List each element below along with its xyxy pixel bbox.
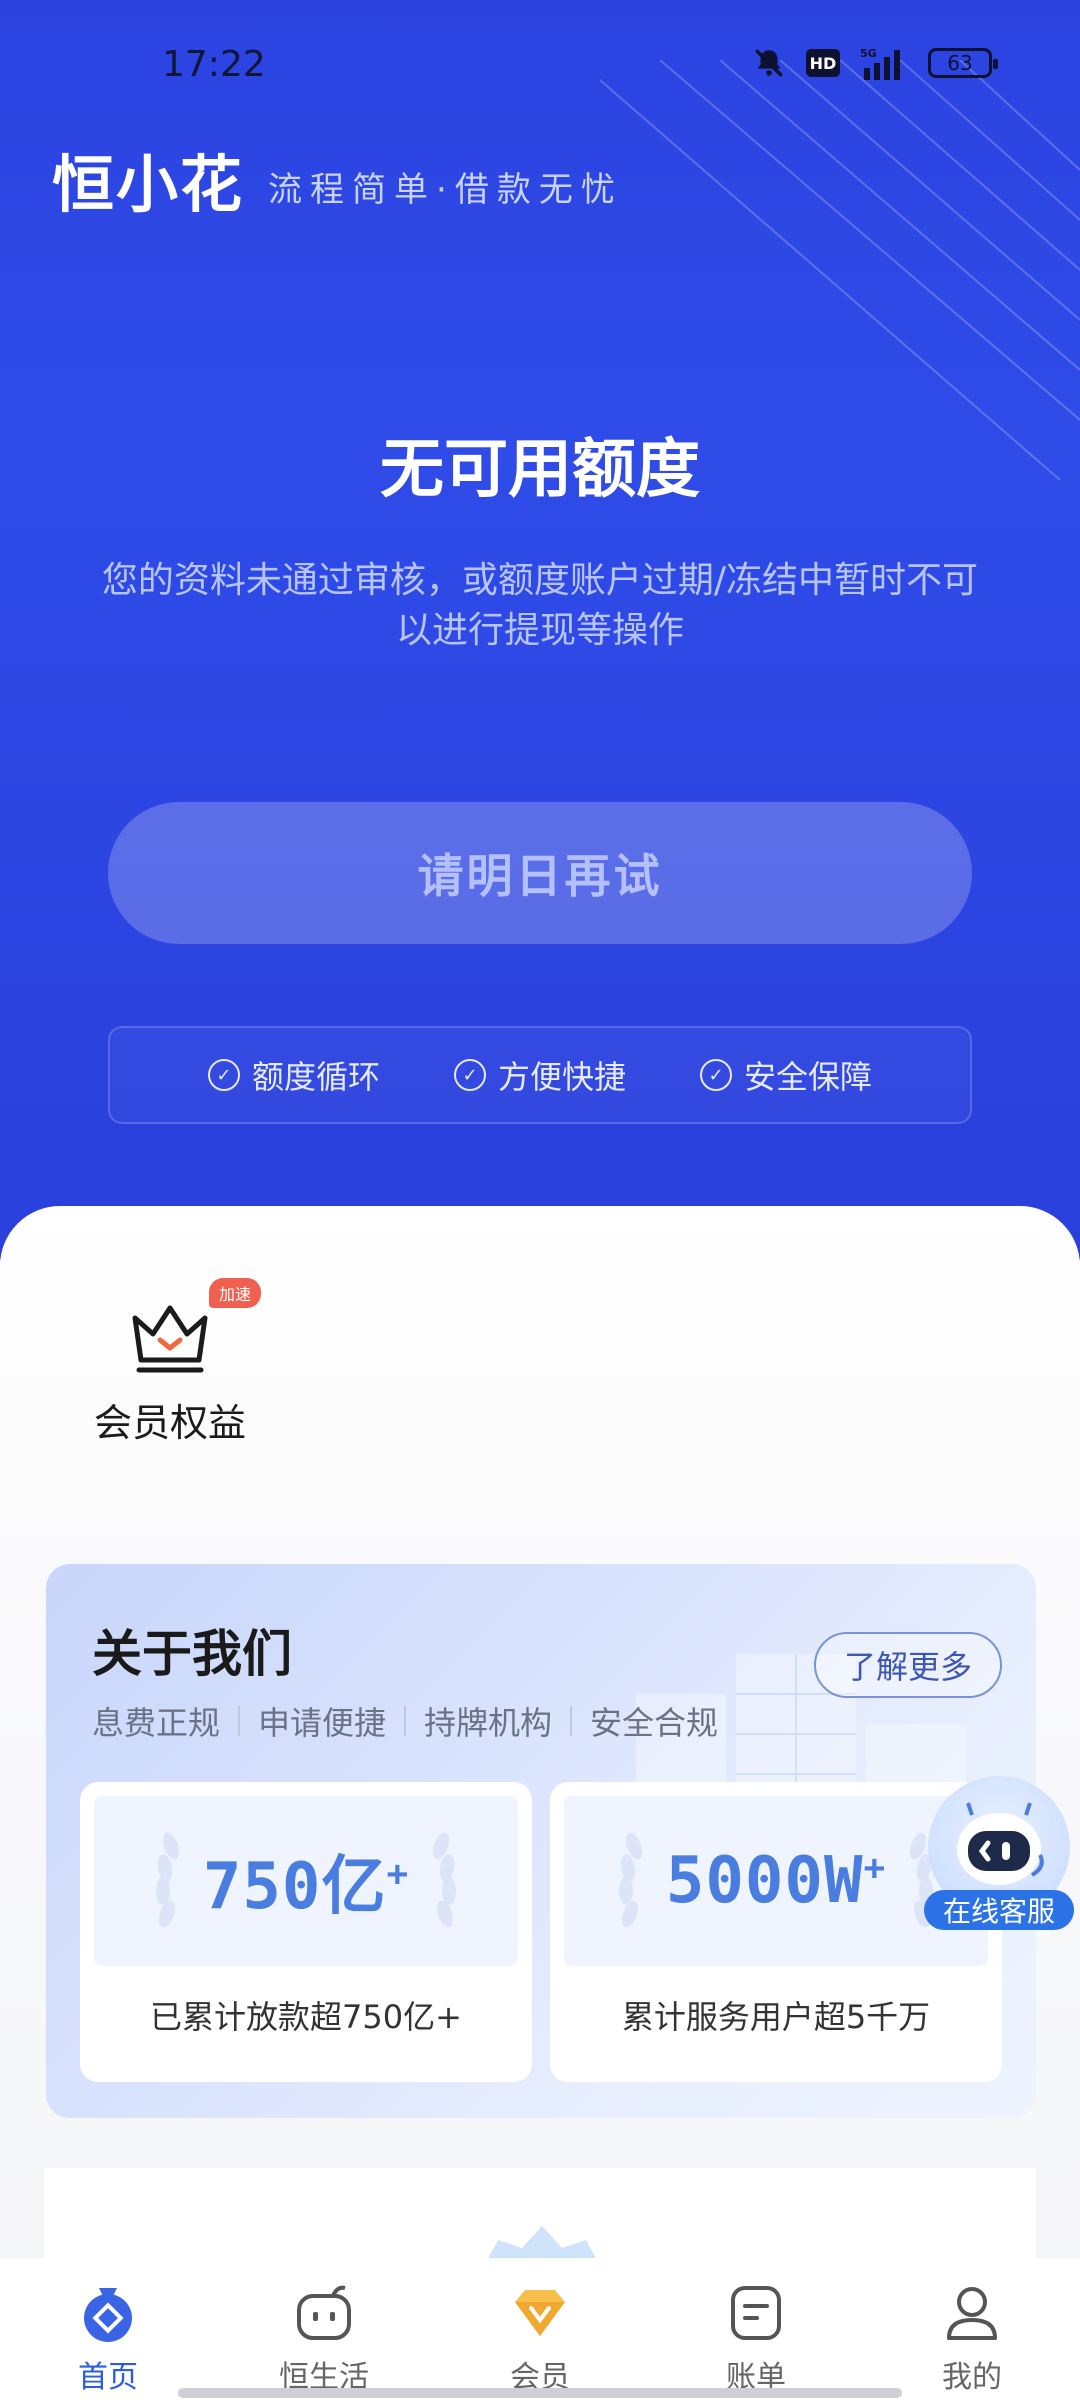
laurel-left-icon bbox=[618, 1832, 642, 1928]
svg-text:5G: 5G bbox=[860, 47, 877, 60]
tab-label: 首页 bbox=[78, 2360, 138, 2395]
about-tag: 息费正规 bbox=[92, 1704, 221, 1742]
feature-item: ✓ 安全保障 bbox=[700, 1052, 872, 1098]
feature-bar: ✓ 额度循环 ✓ 方便快捷 ✓ 安全保障 bbox=[108, 1026, 972, 1124]
mute-bell-icon bbox=[752, 46, 786, 80]
brand-logo: 恒小花 bbox=[52, 148, 245, 221]
feature-label: 安全保障 bbox=[744, 1058, 873, 1096]
tag-divider bbox=[238, 1706, 241, 1736]
stat-caption: 已累计放款超750亿+ bbox=[150, 1998, 462, 2036]
status-icons: HD 5G 63 bbox=[752, 46, 998, 80]
profile-icon bbox=[947, 2287, 997, 2340]
stat-card-loans: 750亿+ 已累计放款超750亿+ bbox=[80, 1782, 532, 2082]
feature-item: ✓ 额度循环 bbox=[207, 1052, 380, 1098]
check-circle-icon: ✓ bbox=[453, 1059, 486, 1091]
vip-diamond-icon bbox=[515, 2290, 565, 2336]
brand-header: 恒小花 流程简单·借款无忧 bbox=[52, 150, 623, 220]
quota-status-description: 您的资料未通过审核，或额度账户过期/冻结中暂时不可以进行提现等操作 bbox=[101, 560, 979, 651]
speed-up-tag: 加速 bbox=[209, 1278, 262, 1308]
crown-decoration-icon bbox=[486, 2226, 598, 2262]
hero-section: 17:22 HD 5G 63 恒小花 流程简单·借款无忧 无可用额度 您的资料未… bbox=[0, 0, 1080, 1260]
stat-value: 5000W+ bbox=[665, 1844, 887, 1918]
battery-icon: 63 bbox=[928, 48, 998, 78]
retry-tomorrow-button[interactable]: 请明日再试 bbox=[108, 802, 972, 944]
about-tag: 安全合规 bbox=[590, 1704, 719, 1742]
learn-more-button[interactable]: 了解更多 bbox=[813, 1632, 1002, 1698]
brand-slogan: 流程简单·借款无忧 bbox=[268, 170, 623, 210]
stat-value: 750亿+ bbox=[202, 1850, 410, 1924]
tab-vip[interactable]: 会员 bbox=[432, 2258, 648, 2396]
about-tags: 息费正规 申请便捷 持牌机构 安全合规 bbox=[92, 1698, 718, 1744]
laurel-left-icon bbox=[155, 1832, 179, 1928]
bottom-tab-bar: 首页 恒生活 会员 账单 我的 bbox=[0, 2258, 1080, 2400]
hd-badge: HD bbox=[806, 49, 840, 77]
crown-icon: 加速 bbox=[115, 1278, 262, 1378]
status-bar: 17:22 HD 5G 63 bbox=[0, 0, 1080, 130]
online-service-button[interactable]: 在线客服 bbox=[924, 1776, 1074, 1936]
feature-item: ✓ 方便快捷 bbox=[453, 1052, 626, 1098]
life-icon bbox=[297, 2285, 351, 2340]
online-service-label: 在线客服 bbox=[924, 1890, 1074, 1930]
about-us-title: 关于我们 bbox=[92, 1625, 292, 1683]
laurel-right-icon bbox=[433, 1832, 457, 1928]
check-circle-icon: ✓ bbox=[207, 1059, 240, 1091]
tab-label: 我的 bbox=[942, 2360, 1002, 2395]
status-time: 17:22 bbox=[162, 44, 266, 85]
vip-benefits-label: 会员权益 bbox=[93, 1401, 246, 1445]
about-us-card: 关于我们 了解更多 息费正规 申请便捷 持牌机构 安全合规 750亿+ 已累计放… bbox=[46, 1564, 1036, 2118]
about-tag: 申请便捷 bbox=[258, 1704, 387, 1742]
tab-home[interactable]: 首页 bbox=[0, 2258, 216, 2396]
feature-label: 方便快捷 bbox=[497, 1058, 626, 1096]
home-icon bbox=[84, 2288, 132, 2342]
tag-divider bbox=[570, 1706, 573, 1736]
about-tag: 持牌机构 bbox=[424, 1704, 553, 1742]
signal-icon: 5G bbox=[860, 46, 908, 80]
tag-divider bbox=[404, 1706, 407, 1736]
stat-caption: 累计服务用户超5千万 bbox=[621, 1998, 931, 2036]
feature-label: 额度循环 bbox=[251, 1058, 380, 1096]
tab-bill[interactable]: 账单 bbox=[648, 2258, 864, 2396]
home-indicator[interactable] bbox=[178, 2388, 902, 2398]
tab-profile[interactable]: 我的 bbox=[864, 2258, 1080, 2396]
check-circle-icon: ✓ bbox=[700, 1059, 732, 1091]
tab-life[interactable]: 恒生活 bbox=[216, 2258, 432, 2396]
stat-highlight: 750亿+ bbox=[94, 1796, 518, 1966]
vip-benefits-entry[interactable]: 加速 会员权益 bbox=[82, 1278, 262, 1478]
bill-icon bbox=[731, 2286, 781, 2340]
quota-status-title: 无可用额度 bbox=[380, 433, 700, 507]
